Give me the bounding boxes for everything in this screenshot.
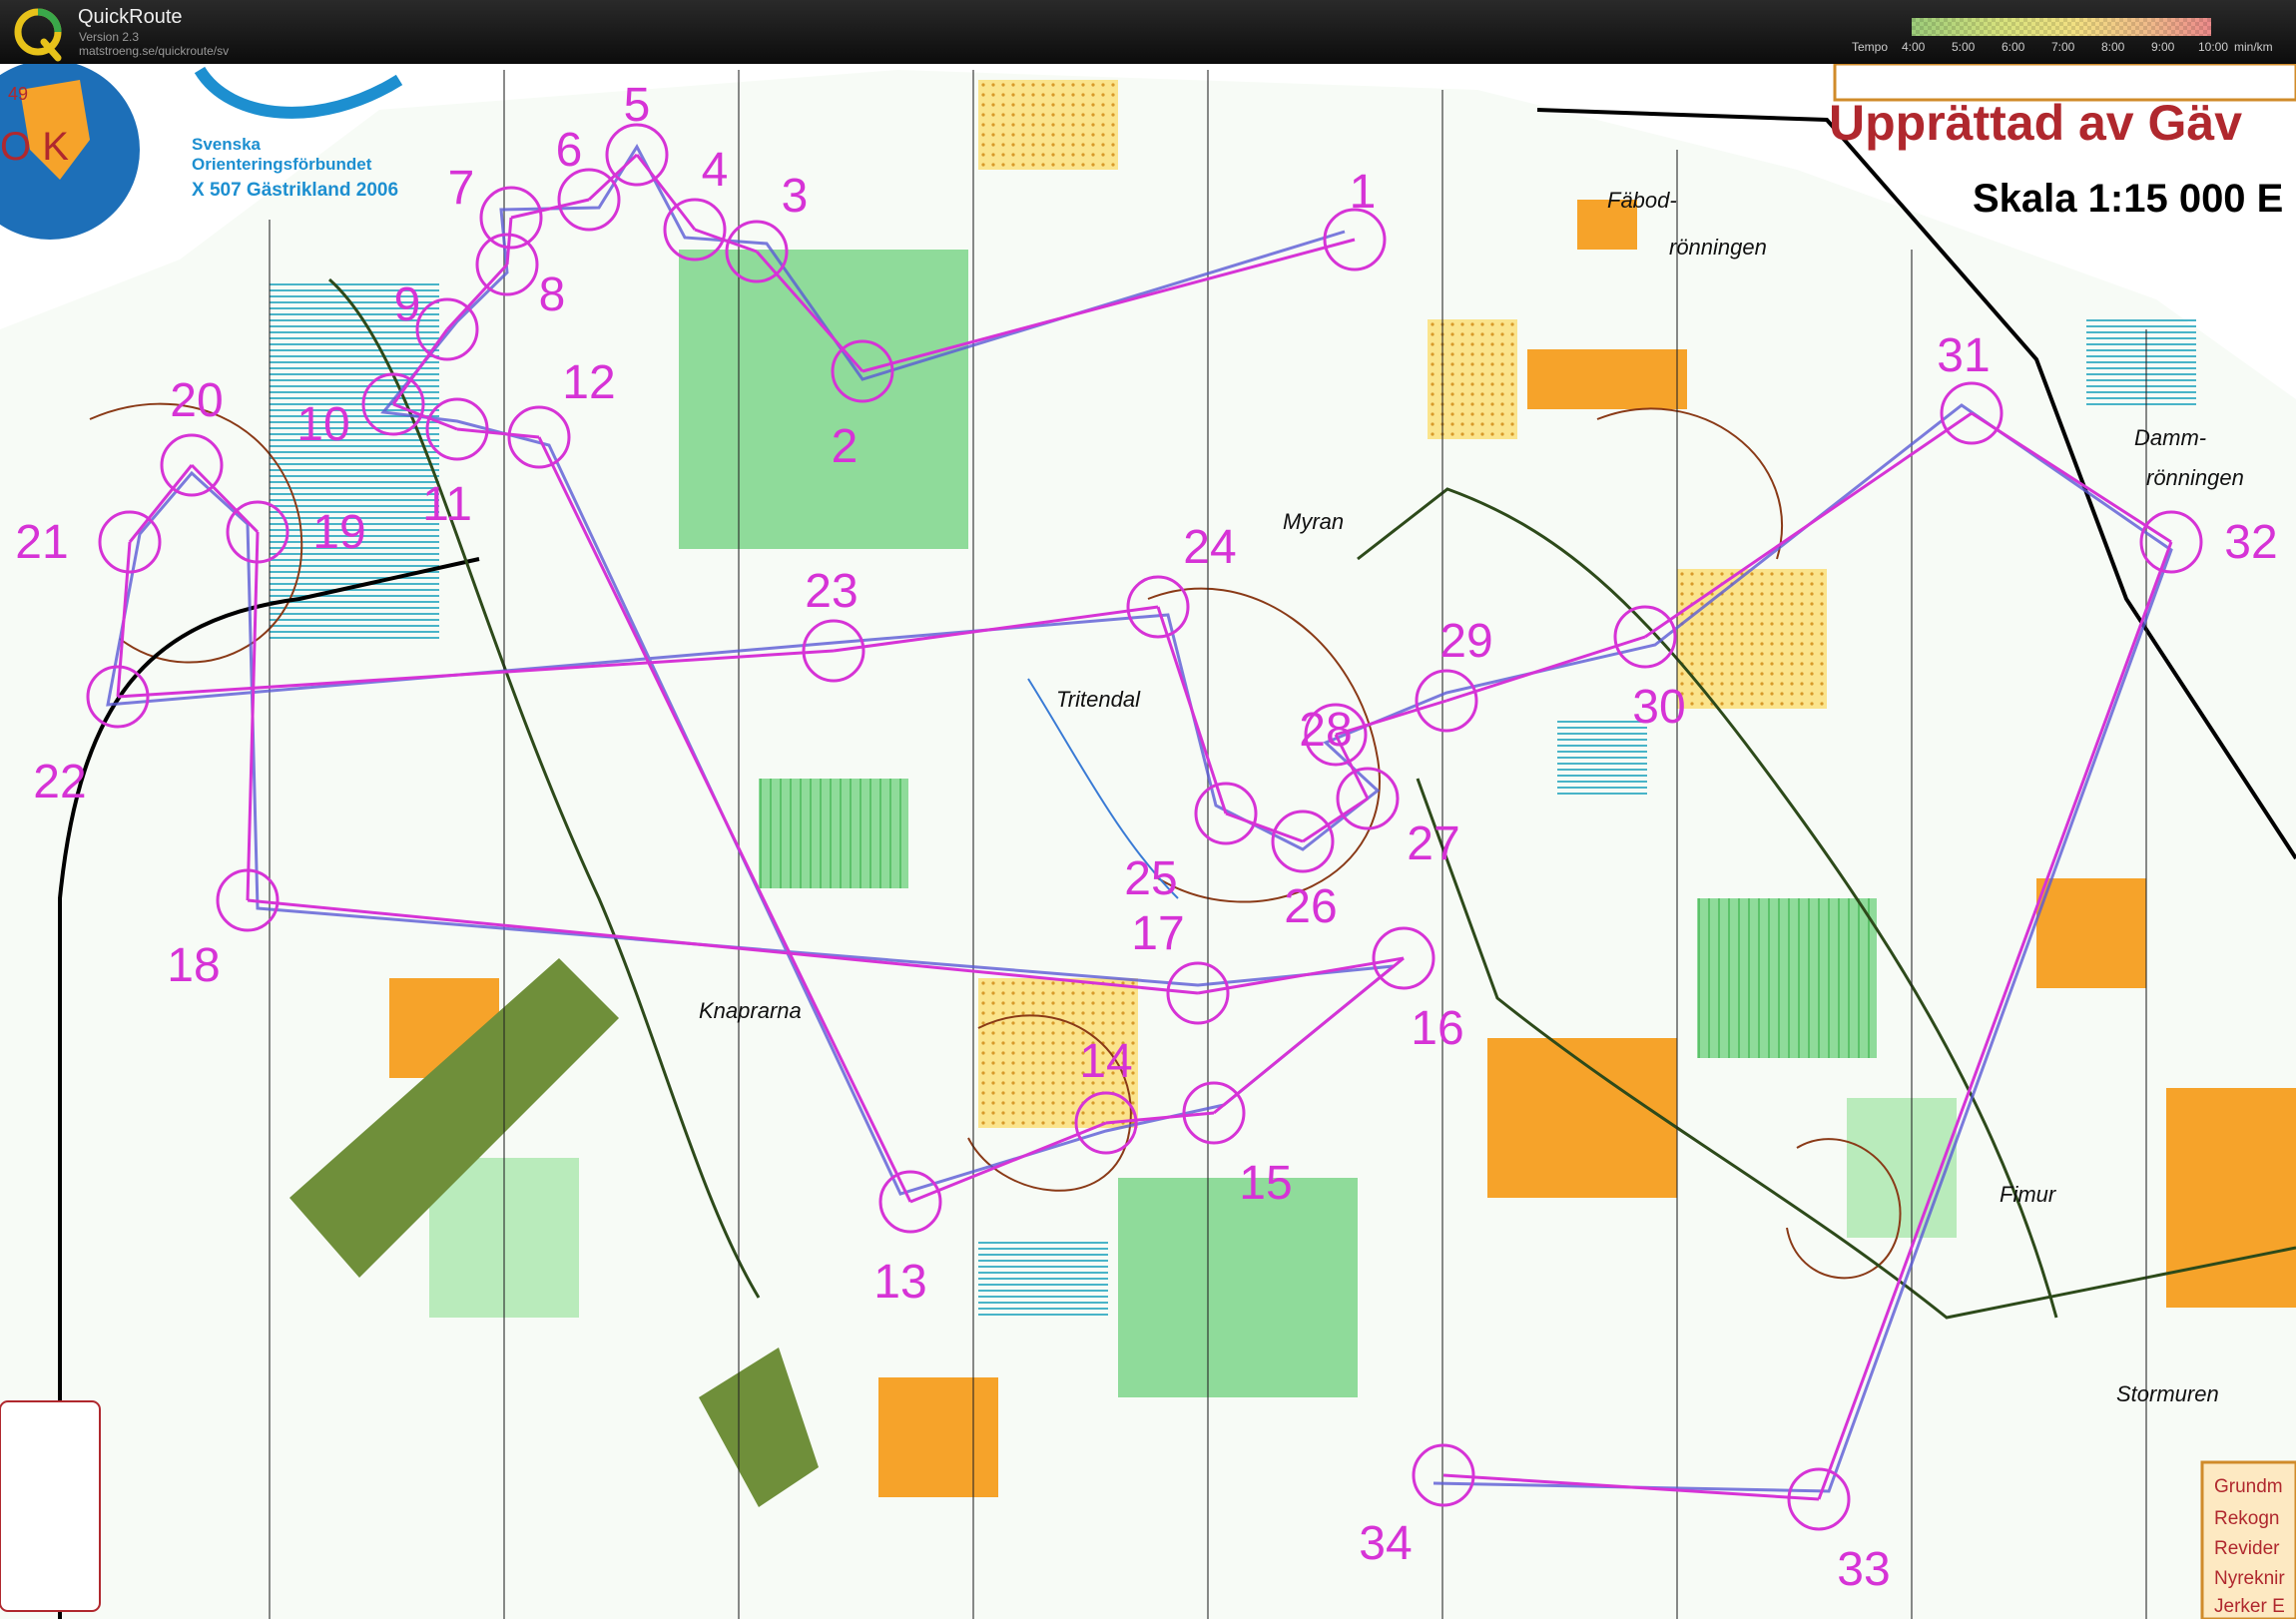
control-number: 8: [539, 269, 566, 321]
control-number: 13: [873, 1256, 926, 1309]
app-name: QuickRoute: [78, 6, 183, 28]
rough-open-area: [978, 80, 1118, 170]
open-land-area: [878, 1377, 998, 1497]
tempo-color-bar: [1912, 18, 2211, 36]
federation-text: X 507 Gästrikland 2006: [192, 180, 398, 201]
control-number: 23: [805, 565, 858, 618]
control-number: 19: [312, 506, 365, 559]
place-name: Myran: [1283, 509, 1344, 534]
tempo-tick: 4:00: [1902, 40, 1926, 54]
open-land-area: [2166, 1088, 2296, 1308]
control-number: 16: [1411, 1002, 1463, 1055]
credits-line: Rekogn: [2214, 1508, 2280, 1529]
control-number: 20: [170, 374, 223, 427]
place-name: Damm-: [2134, 425, 2206, 450]
control-number: 6: [556, 124, 583, 177]
tempo-label: Tempo: [1852, 40, 1889, 54]
control-number: 7: [448, 162, 475, 215]
control-number: 4: [702, 144, 729, 197]
forest-area: [679, 250, 968, 549]
map-scale: Skala 1:15 000 E: [1973, 177, 2283, 221]
control-number: 2: [832, 420, 859, 473]
credits-line: Revider: [2214, 1538, 2280, 1559]
quickroute-logo-icon: [14, 8, 62, 62]
control-number: 17: [1131, 907, 1184, 960]
control-number: 18: [167, 939, 220, 992]
control-number: 26: [1284, 880, 1337, 933]
control-number: 32: [2224, 516, 2277, 569]
control-number: 10: [296, 398, 349, 451]
place-name: Knaprarna: [699, 998, 802, 1023]
place-name: rönningen: [2146, 465, 2244, 490]
tempo-tick: 5:00: [1952, 40, 1976, 54]
control-number: 9: [394, 278, 421, 331]
control-number: 30: [1632, 681, 1685, 734]
control-number: 31: [1937, 329, 1990, 382]
tempo-tick: 6:00: [2002, 40, 2025, 54]
forest-area: [759, 779, 908, 888]
control-number: 3: [782, 170, 809, 223]
open-land-area: [2036, 878, 2146, 988]
control-number: 27: [1407, 817, 1459, 870]
place-name: Stormuren: [2116, 1381, 2219, 1406]
app-version: Version 2.3: [79, 30, 140, 44]
credits-line: Nyreknir: [2214, 1568, 2285, 1589]
control-number: 25: [1124, 852, 1177, 905]
place-name: Tritendal: [1056, 687, 1141, 712]
rough-open-area: [1428, 319, 1517, 439]
place-name: rönningen: [1669, 235, 1767, 260]
tempo-tick: 7:00: [2051, 40, 2075, 54]
swamp-area: [2086, 319, 2196, 409]
control-number: 29: [1439, 615, 1492, 668]
legend-box: [0, 1400, 101, 1612]
federation-text: Orienteringsförbundet: [192, 155, 372, 174]
control-number: 34: [1359, 1517, 1412, 1570]
control-number: 15: [1239, 1157, 1292, 1210]
club-logo-number: 49: [8, 84, 28, 104]
control-number: 14: [1079, 1035, 1132, 1088]
control-number: 24: [1183, 521, 1236, 574]
control-number: 11: [422, 478, 472, 531]
app-url: matstroeng.se/quickroute/sv: [79, 44, 230, 58]
tempo-unit: min/km: [2234, 40, 2273, 54]
control-number: 5: [624, 79, 651, 132]
credits-line: Jerker E: [2214, 1596, 2285, 1617]
tempo-tick: 8:00: [2101, 40, 2125, 54]
credits-line: Grundm: [2214, 1476, 2283, 1497]
open-land-area: [1527, 349, 1687, 409]
orienteering-map[interactable]: 49 O K Svenska Orienteringsförbundet X 5…: [0, 64, 2296, 1619]
tempo-tick: 9:00: [2151, 40, 2175, 54]
swamp-area: [978, 1238, 1108, 1318]
control-number: 21: [15, 516, 68, 569]
club-logo-letters: O K: [0, 125, 69, 169]
app-title-bar: QuickRoute Version 2.3 matstroeng.se/qui…: [0, 0, 2296, 64]
control-number: 22: [33, 756, 86, 809]
forest-area: [1697, 898, 1877, 1058]
place-name: Fimur: [2000, 1182, 2057, 1207]
tempo-tick: 10:00: [2198, 40, 2229, 54]
control-number: 33: [1837, 1543, 1890, 1596]
federation-text: Svenska: [192, 135, 262, 154]
map-header-title: Upprättad av Gäv: [1829, 95, 2242, 151]
control-number: 12: [562, 356, 615, 409]
control-number: 1: [1350, 166, 1377, 219]
control-number: 28: [1299, 704, 1352, 757]
map-base: [0, 64, 2296, 1619]
place-name: Fäbod-: [1607, 188, 1677, 213]
forest-area: [1118, 1178, 1358, 1397]
